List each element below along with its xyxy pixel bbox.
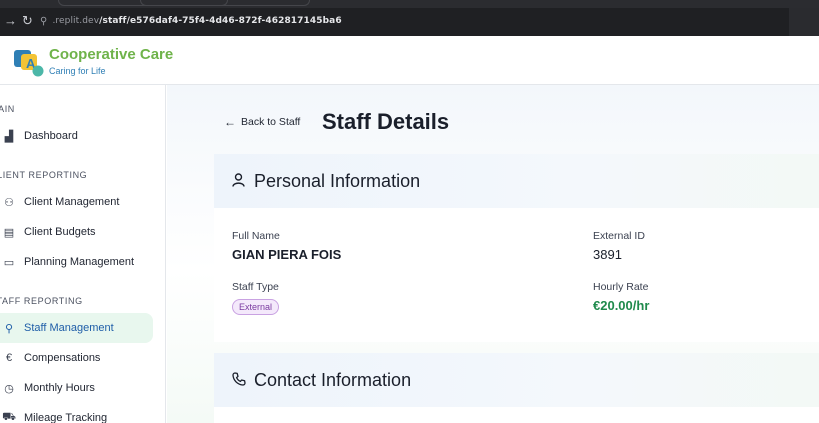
sidebar-item-monthly-hours[interactable]: ◷ Monthly Hours: [0, 373, 153, 403]
site-info-icon[interactable]: ⚲: [40, 16, 47, 27]
url-path: /staff/e576daf4-75f4-4d46-872f-462817145…: [99, 16, 342, 26]
contact-information-card: Contact Information: [214, 353, 819, 423]
url-domain: .replit.dev: [52, 16, 100, 26]
sidebar-item-label: Compensations: [24, 352, 101, 364]
browser-toolbar: → ↻ ⚲ .replit.dev /staff/e576daf4-75f4-4…: [0, 0, 819, 36]
card-header: Contact Information: [214, 353, 819, 407]
address-bar[interactable]: ⚲ .replit.dev /staff/e576daf4-75f4-4d46-…: [40, 11, 342, 31]
calculator-icon: ▤: [3, 226, 15, 239]
brand-tagline: Caring for Life: [49, 66, 106, 76]
sidebar-item-planning-management[interactable]: ▭ Planning Management: [0, 247, 153, 277]
browser-tab[interactable]: [140, 0, 310, 6]
back-to-staff-link[interactable]: ← Back to Staff: [224, 115, 300, 129]
sidebar-item-label: Dashboard: [24, 130, 78, 142]
page-title: Staff Details: [322, 109, 450, 134]
staff-type-badge: External: [232, 299, 280, 315]
sidebar-section-main: MAIN: [0, 104, 15, 114]
cooperative-care-logo-icon: A: [14, 50, 44, 77]
staff-type-label: Staff Type: [232, 281, 279, 293]
car-icon: ⛟: [2, 411, 16, 423]
brand-name: Cooperative Care: [49, 46, 174, 63]
main-content: ← Back to Staff Staff Details Personal I…: [167, 85, 819, 423]
sidebar-item-label: Mileage Tracking: [24, 412, 108, 423]
sidebar-section-client-reporting: CLIENT REPORTING: [0, 170, 88, 180]
external-id-label: External ID: [593, 230, 645, 242]
sidebar-item-staff-management[interactable]: ⚲ Staff Management: [0, 313, 153, 343]
card-header: Personal Information: [214, 154, 819, 208]
sidebar-item-mileage-tracking[interactable]: ⛟ Mileage Tracking: [0, 403, 153, 423]
sidebar-item-label: Client Budgets: [24, 226, 96, 238]
calendar-icon: ▭: [3, 256, 15, 269]
back-link-label: Back to Staff: [241, 116, 301, 128]
euro-icon: €: [5, 352, 13, 364]
sidebar-item-client-budgets[interactable]: ▤ Client Budgets: [0, 217, 153, 247]
sidebar-item-client-management[interactable]: ⚇ Client Management: [0, 187, 153, 217]
browser-tab-strip: [0, 0, 819, 8]
forward-arrow-icon[interactable]: →: [4, 14, 17, 28]
users-icon: ⚇: [4, 196, 14, 209]
sidebar-item-label: Client Management: [24, 196, 120, 208]
browser-side-panel: [789, 8, 819, 36]
sidebar-section-staff-reporting: STAFF REPORTING: [0, 296, 83, 306]
hourly-rate-label: Hourly Rate: [593, 281, 649, 293]
sidebar-item-label: Staff Management: [24, 322, 114, 334]
user-check-icon: ⚲: [4, 322, 14, 335]
bar-chart-icon: ▟: [4, 130, 14, 143]
arrow-left-icon: ←: [224, 115, 236, 129]
sidebar-item-compensations[interactable]: € Compensations: [0, 343, 153, 373]
card-title: Contact Information: [254, 369, 412, 390]
user-icon: [232, 172, 250, 190]
reload-icon[interactable]: ↻: [22, 14, 33, 28]
app-header: A Cooperative Care Caring for Life: [0, 36, 819, 85]
sidebar: MAIN ▟ Dashboard CLIENT REPORTING ⚇ Clie…: [0, 85, 166, 423]
full-name-label: Full Name: [232, 230, 280, 242]
personal-information-card: Personal Information Full Name GIAN PIER…: [214, 154, 819, 342]
external-id-value: 3891: [593, 247, 622, 262]
phone-icon: [232, 371, 250, 389]
full-name-value: GIAN PIERA FOIS: [232, 247, 342, 262]
sidebar-item-label: Monthly Hours: [24, 382, 95, 394]
hourly-rate-value: €20.00/hr: [593, 298, 650, 313]
sidebar-item-label: Planning Management: [24, 256, 135, 268]
card-title: Personal Information: [254, 170, 421, 191]
sidebar-item-dashboard[interactable]: ▟ Dashboard: [0, 121, 153, 151]
clock-icon: ◷: [4, 382, 14, 395]
